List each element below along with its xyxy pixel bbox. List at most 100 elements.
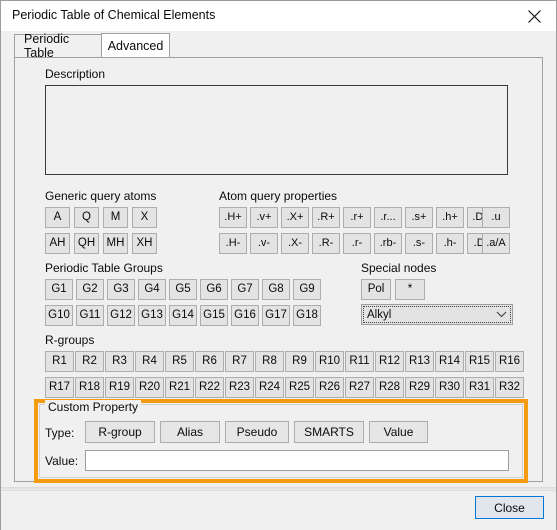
group-button-g14[interactable]: G14: [169, 305, 197, 326]
atom-query-button-x-minus[interactable]: .X-: [281, 233, 309, 254]
custom-property-value-input[interactable]: [85, 450, 509, 471]
r-group-button-r12[interactable]: R12: [375, 351, 404, 372]
r-group-button-r9[interactable]: R9: [285, 351, 314, 372]
group-button-g3[interactable]: G3: [107, 279, 135, 300]
atom-query-button-x-plus[interactable]: .X+: [281, 207, 309, 228]
generic-atom-button-m[interactable]: M: [103, 207, 128, 228]
r-group-button-r20[interactable]: R20: [135, 377, 164, 398]
r-group-button-r15[interactable]: R15: [465, 351, 494, 372]
r-group-button-r30[interactable]: R30: [435, 377, 464, 398]
group-button-g2[interactable]: G2: [76, 279, 104, 300]
r-group-button-r16[interactable]: R16: [495, 351, 524, 372]
special-nodes-dropdown-value: Alkyl: [367, 308, 392, 321]
group-button-g11[interactable]: G11: [76, 305, 104, 326]
r-group-button-r31[interactable]: R31: [465, 377, 494, 398]
r-group-button-r10[interactable]: R10: [315, 351, 344, 372]
atom-query-button-u[interactable]: .u: [482, 207, 510, 228]
group-button-g4[interactable]: G4: [138, 279, 166, 300]
r-group-button-r32[interactable]: R32: [495, 377, 524, 398]
atom-query-button-v-plus[interactable]: .v+: [250, 207, 278, 228]
generic-atom-button-a[interactable]: A: [45, 207, 70, 228]
r-group-button-r29[interactable]: R29: [405, 377, 434, 398]
group-button-g16[interactable]: G16: [231, 305, 259, 326]
atom-query-button-h-small-plus[interactable]: .h+: [436, 207, 464, 228]
custom-property-type-value[interactable]: Value: [369, 421, 428, 443]
atom-query-button-h-minus[interactable]: .H-: [219, 233, 247, 254]
group-button-g6[interactable]: G6: [200, 279, 228, 300]
r-group-button-r24[interactable]: R24: [255, 377, 284, 398]
custom-property-type-alias[interactable]: Alias: [160, 421, 220, 443]
r-group-button-r25[interactable]: R25: [285, 377, 314, 398]
r-group-button-r19[interactable]: R19: [105, 377, 134, 398]
group-button-g13[interactable]: G13: [138, 305, 166, 326]
r-group-button-r23[interactable]: R23: [225, 377, 254, 398]
group-button-g17[interactable]: G17: [262, 305, 290, 326]
r-groups-label: R-groups: [45, 333, 95, 347]
group-button-g7[interactable]: G7: [231, 279, 259, 300]
r-group-button-r21[interactable]: R21: [165, 377, 194, 398]
r-group-button-r26[interactable]: R26: [315, 377, 344, 398]
r-group-button-r17[interactable]: R17: [45, 377, 74, 398]
tab-periodic-table[interactable]: Periodic Table: [14, 32, 102, 60]
atom-query-button-v-minus[interactable]: .v-: [250, 233, 278, 254]
special-nodes-label: Special nodes: [361, 261, 437, 275]
r-group-button-r22[interactable]: R22: [195, 377, 224, 398]
atom-query-button-h-small-minus[interactable]: .h-: [436, 233, 464, 254]
custom-property-type-smarts[interactable]: SMARTS: [294, 421, 364, 443]
r-group-button-r28[interactable]: R28: [375, 377, 404, 398]
r-group-button-r1[interactable]: R1: [45, 351, 74, 372]
special-node-button-asterisk[interactable]: *: [395, 279, 425, 300]
close-icon[interactable]: [512, 1, 556, 31]
atom-query-button-a-slash-a[interactable]: .a/A: [482, 233, 510, 254]
r-group-button-r13[interactable]: R13: [405, 351, 434, 372]
atom-query-button-r-more[interactable]: .r...: [374, 207, 402, 228]
group-button-g8[interactable]: G8: [262, 279, 290, 300]
r-group-button-r5[interactable]: R5: [165, 351, 194, 372]
chevron-down-icon: [490, 311, 512, 318]
atom-query-button-r-minus[interactable]: .R-: [312, 233, 340, 254]
generic-query-atoms-label: Generic query atoms: [45, 189, 157, 203]
atom-query-button-r-small-plus[interactable]: .r+: [343, 207, 371, 228]
group-button-g15[interactable]: G15: [200, 305, 228, 326]
special-node-button-pol[interactable]: Pol: [361, 279, 391, 300]
r-group-button-r14[interactable]: R14: [435, 351, 464, 372]
r-group-button-r11[interactable]: R11: [345, 351, 374, 372]
atom-query-button-r-small-minus[interactable]: .r-: [343, 233, 371, 254]
custom-property-group-label: Custom Property: [45, 400, 142, 414]
description-textarea[interactable]: [45, 85, 508, 175]
r-group-button-r4[interactable]: R4: [135, 351, 164, 372]
group-button-g12[interactable]: G12: [107, 305, 135, 326]
r-group-button-r18[interactable]: R18: [75, 377, 104, 398]
atom-query-button-rb-minus[interactable]: .rb-: [374, 233, 402, 254]
description-label: Description: [45, 67, 106, 81]
r-group-button-r6[interactable]: R6: [195, 351, 224, 372]
group-button-g5[interactable]: G5: [169, 279, 197, 300]
r-group-button-r27[interactable]: R27: [345, 377, 374, 398]
tab-advanced[interactable]: Advanced: [101, 33, 170, 57]
atom-query-button-h-plus[interactable]: .H+: [219, 207, 247, 228]
custom-property-type-pseudo[interactable]: Pseudo: [225, 421, 289, 443]
group-button-g9[interactable]: G9: [293, 279, 321, 300]
special-nodes-dropdown[interactable]: Alkyl: [361, 304, 513, 325]
r-group-button-r7[interactable]: R7: [225, 351, 254, 372]
group-button-g18[interactable]: G18: [293, 305, 321, 326]
generic-atom-button-qh[interactable]: QH: [74, 233, 99, 254]
r-group-button-r8[interactable]: R8: [255, 351, 284, 372]
generic-atom-button-xh[interactable]: XH: [132, 233, 157, 254]
group-button-g10[interactable]: G10: [45, 305, 73, 326]
tab-label: Advanced: [107, 38, 164, 53]
custom-property-value-label: Value:: [45, 454, 79, 468]
custom-property-type-r-group[interactable]: R-group: [85, 421, 155, 443]
group-button-g1[interactable]: G1: [45, 279, 73, 300]
generic-atom-button-q[interactable]: Q: [74, 207, 99, 228]
generic-atom-button-mh[interactable]: MH: [103, 233, 128, 254]
r-group-button-r3[interactable]: R3: [105, 351, 134, 372]
r-group-button-r2[interactable]: R2: [75, 351, 104, 372]
generic-atom-button-x[interactable]: X: [132, 207, 157, 228]
atom-query-properties-label: Atom query properties: [219, 189, 338, 203]
atom-query-button-r-plus[interactable]: .R+: [312, 207, 340, 228]
generic-atom-button-ah[interactable]: AH: [45, 233, 70, 254]
atom-query-button-s-plus[interactable]: .s+: [405, 207, 433, 228]
close-button[interactable]: Close: [475, 496, 544, 519]
atom-query-button-s-minus[interactable]: .s-: [405, 233, 433, 254]
